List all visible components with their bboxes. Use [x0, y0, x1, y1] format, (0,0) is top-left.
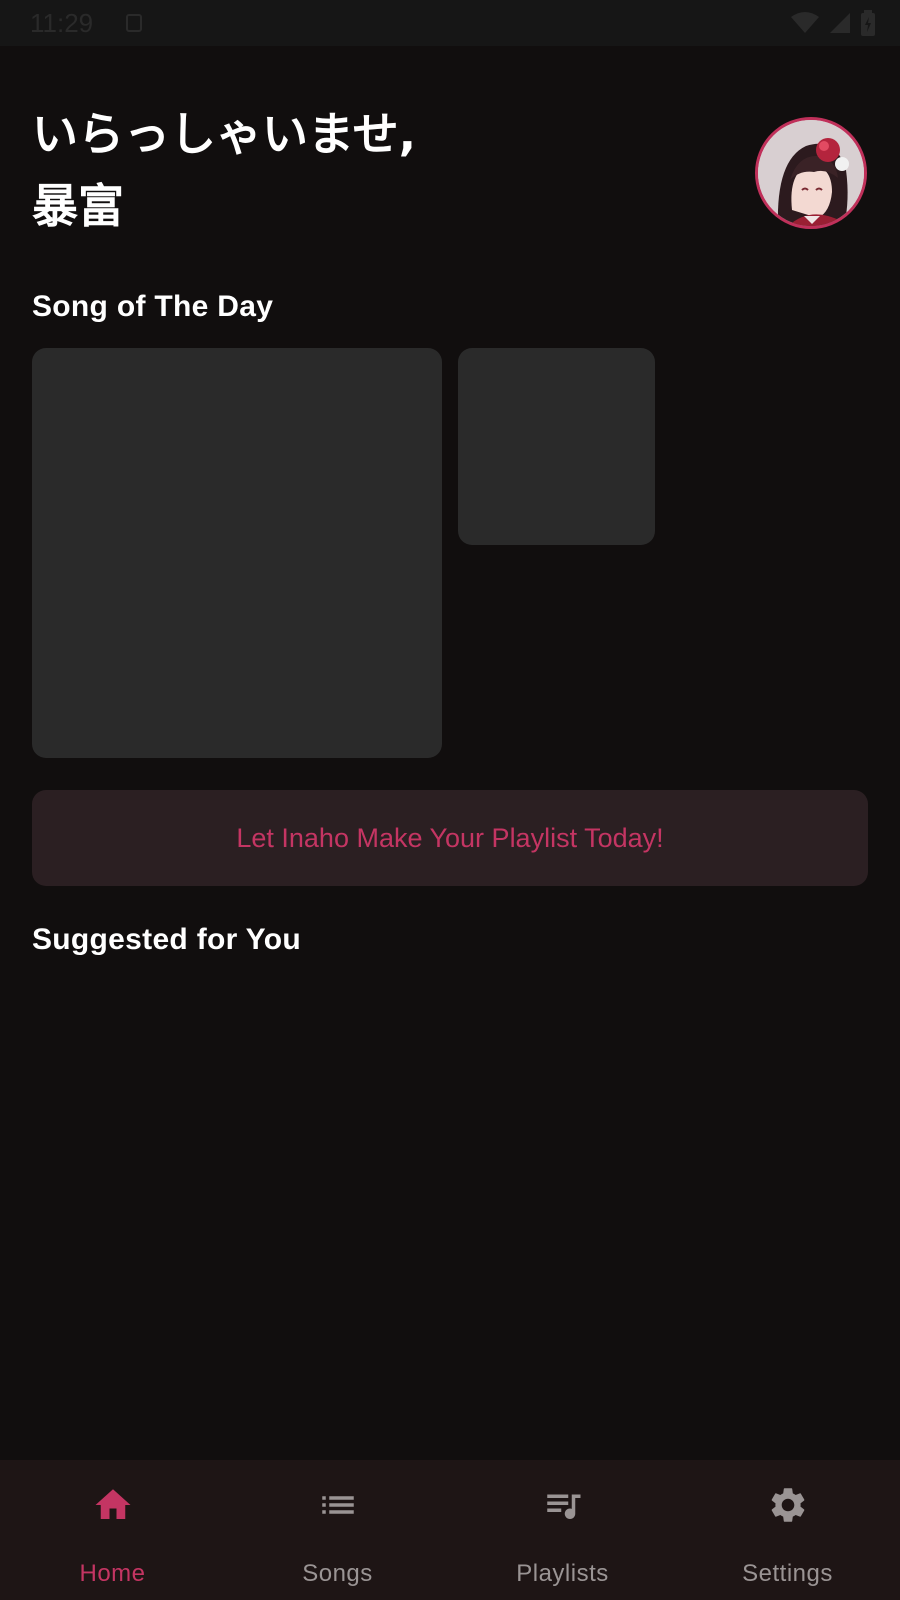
- greeting-line-1: いらっしゃいませ,: [32, 107, 417, 161]
- gear-icon: [767, 1484, 809, 1526]
- song-of-the-day-title: Song of The Day: [32, 290, 274, 323]
- nav-label-home: Home: [79, 1560, 146, 1587]
- cell-signal-icon: [830, 13, 850, 33]
- nav-item-songs[interactable]: Songs: [225, 1460, 450, 1600]
- make-playlist-button[interactable]: Let Inaho Make Your Playlist Today!: [32, 790, 868, 886]
- status-icons: [790, 10, 876, 36]
- status-bar: 11:29: [0, 0, 900, 46]
- status-time: 11:29: [30, 8, 94, 38]
- battery-icon: [861, 10, 875, 36]
- suggested-for-you-title: Suggested for You: [32, 923, 302, 956]
- greeting-heading: いらっしゃいませ, 暴富: [32, 98, 416, 242]
- greeting-user-name: 暴富: [32, 179, 124, 233]
- song-card-large[interactable]: [32, 348, 442, 758]
- list-icon: [317, 1484, 359, 1526]
- nav-item-playlists[interactable]: Playlists: [450, 1460, 675, 1600]
- avatar[interactable]: [755, 117, 867, 229]
- nav-item-settings[interactable]: Settings: [675, 1460, 900, 1600]
- nav-item-home[interactable]: Home: [0, 1460, 225, 1600]
- notification-a-icon: [126, 14, 142, 32]
- bottom-navigation: Home Songs Playlists Settings: [0, 1460, 900, 1600]
- song-card-small[interactable]: [458, 348, 655, 545]
- avatar-image: [758, 120, 864, 226]
- wifi-icon: [791, 12, 819, 33]
- nav-label-settings: Settings: [742, 1560, 833, 1587]
- nav-label-songs: Songs: [302, 1560, 373, 1587]
- home-icon: [92, 1484, 134, 1526]
- nav-label-playlists: Playlists: [516, 1560, 609, 1587]
- playlist-music-icon: [542, 1484, 584, 1526]
